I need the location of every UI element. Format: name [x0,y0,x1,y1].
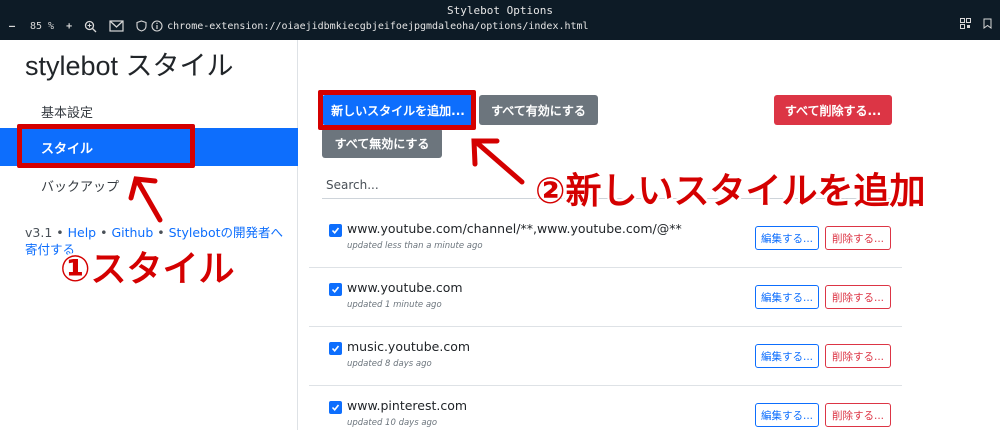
edit-style-button[interactable]: 編集する... [755,226,819,250]
url-bar[interactable]: chrome-extension://oiaejidbmkiecgbjeifoe… [167,21,588,32]
enabled-checkbox[interactable] [329,283,342,296]
edit-style-button[interactable]: 編集する... [755,285,819,309]
delete-style-button[interactable]: 削除する... [825,285,891,309]
enabled-checkbox[interactable] [329,342,342,355]
style-row: music.youtube.com updated 8 days ago 編集す… [309,328,902,386]
bookmark-icon[interactable] [983,18,992,32]
style-url: www.pinterest.com [347,398,468,413]
enabled-checkbox[interactable] [329,224,342,237]
style-url: music.youtube.com [347,339,471,354]
qr-code-icon[interactable] [960,18,971,32]
style-updated: updated less than a minute ago [347,241,483,251]
edit-style-button[interactable]: 編集する... [755,344,819,368]
version-text: v3.1 [25,225,53,240]
help-link[interactable]: Help [68,225,97,240]
delete-style-button[interactable]: 削除する... [825,226,891,250]
info-icon[interactable] [151,20,163,32]
shield-icon[interactable] [136,20,147,32]
disable-all-button[interactable]: すべて無効にする [322,128,442,158]
zoom-in-button[interactable]: + [66,21,72,32]
style-updated: updated 1 minute ago [347,300,442,310]
add-new-style-button[interactable]: 新しいスタイルを追加... [322,95,474,125]
style-row: www.youtube.com/channel/**,www.youtube.c… [309,210,902,268]
styles-panel: 新しいスタイルを追加... すべて有効にする すべて削除する... すべて無効に… [299,40,1000,430]
style-url: www.youtube.com [347,280,463,295]
github-link[interactable]: Github [111,225,153,240]
sidebar: stylebot スタイル 基本設定 スタイル バックアップ v3.1 • He… [0,40,298,430]
zoom-level[interactable]: 85 % [30,21,54,32]
separator: • [96,225,112,240]
sidebar-item-backup[interactable]: バックアップ [0,166,298,204]
browser-toolbar: Stylebot Options – 85 % + chrome-extensi… [0,0,1000,40]
sidebar-item-styles[interactable]: スタイル [0,128,298,166]
separator: • [153,225,169,240]
style-row: www.pinterest.com updated 10 days ago 編集… [309,387,902,430]
enable-all-button[interactable]: すべて有効にする [479,95,598,125]
style-updated: updated 10 days ago [347,418,438,428]
edit-style-button[interactable]: 編集する... [755,403,819,427]
style-updated: updated 8 days ago [347,359,432,369]
enabled-checkbox[interactable] [329,401,342,414]
annotation-step-1: ①スタイル [60,249,235,290]
annotation-step-2: ②新しいスタイルを追加 [535,171,926,212]
delete-all-button[interactable]: すべて削除する... [774,95,892,125]
delete-style-button[interactable]: 削除する... [825,344,891,368]
zoom-out-button[interactable]: – [6,21,18,32]
magnifier-icon[interactable] [84,20,97,33]
navigation-row: – 85 % + chrome-extension://oiaejidbmkie… [0,16,1000,36]
style-row: www.youtube.com updated 1 minute ago 編集す… [309,269,902,327]
mail-icon[interactable] [109,20,124,32]
delete-style-button[interactable]: 削除する... [825,403,891,427]
style-url: www.youtube.com/channel/**,www.youtube.c… [347,221,682,236]
separator: • [52,225,68,240]
app-title: stylebot スタイル [25,51,234,81]
sidebar-item-basic-settings[interactable]: 基本設定 [0,92,298,130]
